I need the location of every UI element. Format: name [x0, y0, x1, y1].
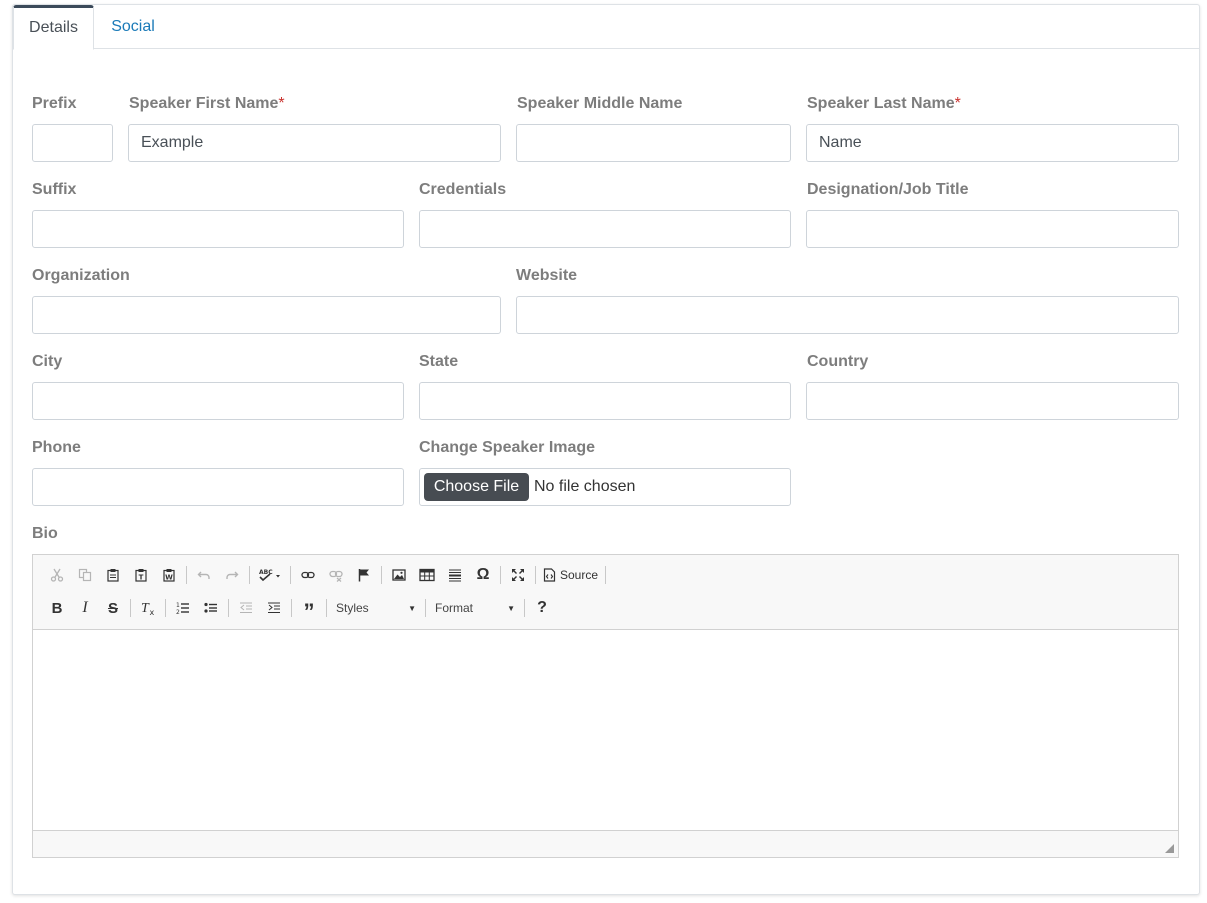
styles-dropdown[interactable]: Styles ▼ — [330, 597, 422, 619]
country-input[interactable] — [806, 382, 1179, 420]
source-icon — [543, 568, 556, 582]
state-input[interactable] — [419, 382, 791, 420]
toolbar-separator — [605, 566, 607, 584]
numbered-list-icon[interactable]: 12 — [169, 596, 197, 620]
cut-icon[interactable] — [43, 563, 71, 587]
link-icon[interactable] — [294, 563, 322, 587]
outdent-icon[interactable] — [232, 596, 260, 620]
format-dropdown[interactable]: Format ▼ — [429, 597, 521, 619]
toolbar-separator — [290, 566, 291, 584]
required-mark: * — [278, 95, 285, 112]
prefix-input[interactable] — [32, 124, 113, 162]
required-mark: * — [954, 95, 961, 112]
first-name-input[interactable] — [128, 124, 501, 162]
toolbar-separator — [500, 566, 501, 584]
redo-icon[interactable] — [218, 563, 246, 587]
blockquote-icon[interactable]: ” — [295, 596, 323, 623]
styles-label: Styles — [336, 601, 369, 615]
resize-handle-icon[interactable] — [1165, 844, 1174, 853]
svg-text:W: W — [165, 574, 173, 582]
toolbar-separator — [524, 599, 525, 617]
help-icon[interactable]: ? — [528, 596, 556, 620]
chevron-down-icon: ▼ — [507, 603, 515, 613]
special-char-icon[interactable]: Ω — [469, 563, 497, 587]
paste-text-icon[interactable]: T — [127, 563, 155, 587]
toolbar-separator — [535, 566, 536, 584]
credentials-input[interactable] — [419, 210, 791, 248]
last-name-input[interactable] — [806, 124, 1179, 162]
toolbar-separator — [381, 566, 382, 584]
remove-format-icon[interactable]: Tx — [134, 596, 162, 620]
bio-label: Bio — [32, 525, 58, 542]
toolbar-separator — [249, 566, 250, 584]
unlink-icon[interactable] — [322, 563, 350, 587]
svg-text:T: T — [139, 574, 144, 582]
indent-icon[interactable] — [260, 596, 288, 620]
toolbar-separator — [425, 599, 426, 617]
bio-editor-content[interactable] — [33, 630, 1178, 831]
format-label: Format — [435, 601, 474, 615]
toolbar-separator — [165, 599, 166, 617]
undo-icon[interactable] — [190, 563, 218, 587]
toolbar-row-1: T W ABC Ω Source — [43, 561, 609, 589]
suffix-input[interactable] — [32, 210, 404, 248]
city-label: City — [32, 353, 63, 370]
paste-word-icon[interactable]: W — [155, 563, 183, 587]
tab-details[interactable]: Details — [13, 5, 94, 50]
maximize-icon[interactable] — [504, 563, 532, 587]
organization-input[interactable] — [32, 296, 501, 334]
toolbar-separator — [186, 566, 187, 584]
file-status: No file chosen — [534, 478, 636, 495]
choose-file-button[interactable]: Choose File — [424, 473, 529, 501]
toolbar-row-2: B I S Tx 12 ” Styles ▼ Format ▼ ? — [43, 594, 556, 623]
toolbar-separator — [291, 599, 292, 617]
phone-label: Phone — [32, 439, 81, 456]
designation-label: Designation/Job Title — [807, 181, 969, 198]
bold-icon[interactable]: B — [43, 596, 71, 620]
svg-text:2: 2 — [176, 609, 180, 615]
horizontal-line-icon[interactable] — [441, 563, 469, 587]
website-input[interactable] — [516, 296, 1179, 334]
anchor-icon[interactable] — [350, 563, 378, 587]
first-name-label: Speaker First Name* — [129, 95, 285, 112]
middle-name-input[interactable] — [516, 124, 791, 162]
phone-input[interactable] — [32, 468, 404, 506]
country-label: Country — [807, 353, 869, 370]
spellcheck-icon-letters: ABC — [259, 569, 273, 576]
toolbar-separator — [130, 599, 131, 617]
bio-rich-text-editor: T W ABC Ω Source B I S T x 1 2 ” Styles … — [32, 554, 1179, 858]
last-name-label: Speaker Last Name* — [807, 95, 961, 112]
organization-label: Organization — [32, 267, 130, 284]
italic-icon[interactable]: I — [71, 596, 99, 620]
editor-toolbar: T W ABC Ω Source B I S T x 1 2 ” Styles … — [33, 555, 1178, 630]
website-label: Website — [516, 267, 578, 284]
credentials-label: Credentials — [419, 181, 507, 198]
table-icon[interactable] — [413, 563, 441, 587]
svg-text:1: 1 — [176, 602, 180, 609]
designation-input[interactable] — [806, 210, 1179, 248]
svg-text:x: x — [150, 608, 155, 616]
source-button[interactable]: Source — [539, 563, 602, 587]
source-label: Source — [560, 568, 599, 582]
editor-status-bar — [33, 830, 1178, 857]
bulleted-list-icon[interactable] — [197, 596, 225, 620]
state-label: State — [419, 353, 459, 370]
spellcheck-icon[interactable]: ABC — [253, 563, 287, 587]
paste-icon[interactable] — [99, 563, 127, 587]
toolbar-separator — [326, 599, 327, 617]
toolbar-separator — [228, 599, 229, 617]
chevron-down-icon: ▼ — [408, 603, 416, 613]
tab-bar: Details Social — [13, 5, 1199, 50]
image-icon[interactable] — [385, 563, 413, 587]
copy-icon[interactable] — [71, 563, 99, 587]
suffix-label: Suffix — [32, 181, 77, 198]
prefix-label: Prefix — [32, 95, 77, 112]
city-input[interactable] — [32, 382, 404, 420]
strike-icon[interactable]: S — [99, 596, 127, 620]
speaker-image-label: Change Speaker Image — [419, 439, 596, 456]
tab-social[interactable]: Social — [94, 5, 172, 49]
middle-name-label: Speaker Middle Name — [517, 95, 683, 112]
speaker-image-file-input[interactable]: Choose File No file chosen — [419, 468, 791, 506]
